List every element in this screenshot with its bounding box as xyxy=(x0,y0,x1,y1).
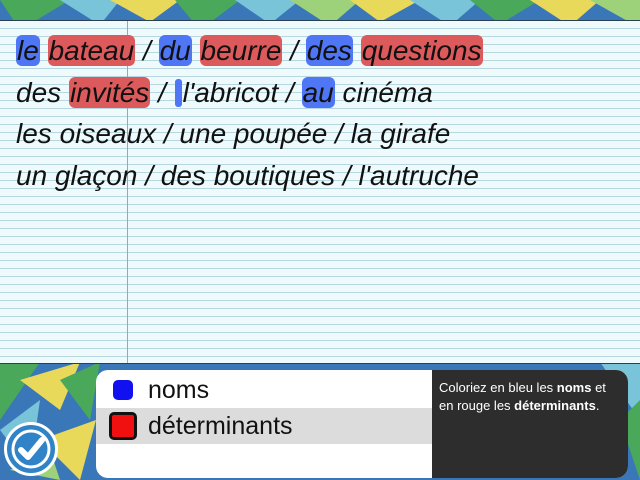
determiners-color-swatch[interactable] xyxy=(109,412,137,440)
word-text[interactable]: cinéma xyxy=(335,77,433,108)
word-text[interactable]: les oiseaux / une poupée / la girafe xyxy=(16,118,450,149)
word-text[interactable] xyxy=(353,35,361,66)
instructions-text-3: . xyxy=(595,398,600,413)
instructions-nouns: noms xyxy=(556,380,592,395)
exercise-line: le bateau / du beurre / des questions xyxy=(16,30,483,72)
word-text[interactable]: / xyxy=(135,35,158,66)
word-text[interactable]: des xyxy=(16,77,69,108)
determiners-label: déterminants xyxy=(148,411,293,440)
word-red[interactable]: bateau xyxy=(47,35,136,66)
word-blue[interactable]: des xyxy=(305,35,353,66)
word-text[interactable] xyxy=(192,35,200,66)
instructions-determiners: déterminants xyxy=(514,398,596,413)
exercise-text: le bateau / du beurre / des questions des… xyxy=(16,30,483,196)
word-blue[interactable]: au xyxy=(301,76,335,108)
word-blue[interactable]: du xyxy=(158,35,192,66)
notebook-paper: le bateau / du beurre / des questions des… xyxy=(0,20,640,364)
word-text[interactable]: / xyxy=(282,35,305,66)
instructions-box: Coloriez en bleu les noms et en rouge le… xyxy=(432,370,628,478)
word-text[interactable]: un glaçon / des boutiques / l'autruche xyxy=(16,160,479,191)
exercise-line: des invités / l'abricot / au cinéma xyxy=(16,72,483,114)
nouns-color-swatch[interactable] xyxy=(113,380,133,400)
checkmark-icon xyxy=(11,429,51,469)
word-red[interactable]: beurre xyxy=(199,35,283,66)
word-red[interactable]: invités xyxy=(68,76,151,108)
legend-option-nouns[interactable]: noms xyxy=(96,372,432,408)
legend-panel: noms déterminants Coloriez en bleu les n… xyxy=(96,370,628,478)
word-blue[interactable]: le xyxy=(16,35,40,66)
exercise-line: les oiseaux / une poupée / la girafe xyxy=(16,113,483,155)
word-text[interactable] xyxy=(40,35,48,66)
validate-button[interactable] xyxy=(4,422,58,476)
word-red[interactable]: questions xyxy=(360,35,483,66)
instructions-text: Coloriez en bleu les xyxy=(439,380,557,395)
legend-option-determiners[interactable]: déterminants xyxy=(96,408,432,444)
text-cursor xyxy=(174,78,182,107)
exercise-line: un glaçon / des boutiques / l'autruche xyxy=(16,155,483,197)
word-text[interactable]: / xyxy=(150,77,173,108)
nouns-label: noms xyxy=(148,375,210,404)
word-text[interactable]: l'abricot / xyxy=(183,77,302,108)
